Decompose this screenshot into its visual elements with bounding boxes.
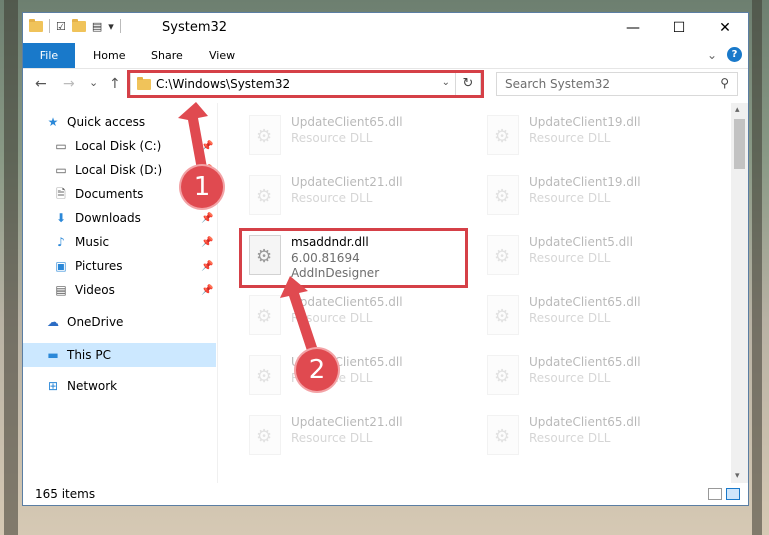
step-1-badge: 1 xyxy=(181,166,223,208)
annotation-arrows xyxy=(178,102,322,366)
step-2-badge: 2 xyxy=(296,349,338,391)
